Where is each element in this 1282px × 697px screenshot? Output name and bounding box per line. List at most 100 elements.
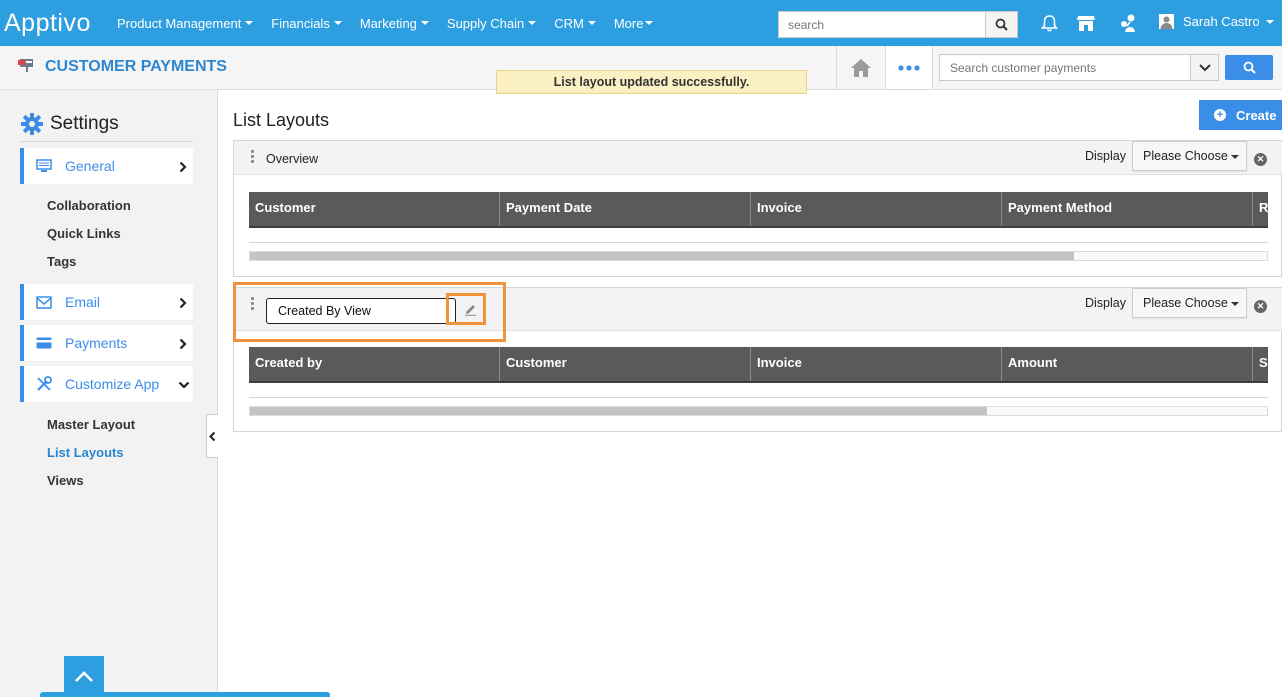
customer-payments-icon: [17, 57, 37, 76]
chevron-right-icon: [179, 161, 187, 173]
scrollbar-thumb[interactable]: [250, 407, 988, 415]
sidebar-item-customize-app[interactable]: Customize App: [20, 366, 193, 402]
more-actions-button[interactable]: [885, 46, 933, 89]
nav-financials[interactable]: Financials: [262, 16, 351, 31]
sidebar-link-views[interactable]: Views: [47, 473, 84, 488]
chevron-right-icon: [179, 297, 187, 309]
sidebar-link-tags[interactable]: Tags: [47, 254, 76, 269]
caret-down-icon: [245, 21, 254, 25]
caret-down-icon: [587, 21, 596, 25]
display-select[interactable]: Please Choose: [1132, 141, 1247, 171]
edit-name-button[interactable]: [457, 296, 483, 322]
chevron-up-icon: [75, 670, 93, 682]
sidebar-item-label: Email: [65, 294, 101, 310]
home-icon: [850, 58, 871, 77]
global-search-input[interactable]: [779, 12, 984, 37]
top-navigation-bar: Apptivo Product Management Financials Ma…: [0, 0, 1282, 46]
customer-payments-search-input[interactable]: [940, 55, 1185, 80]
horizontal-scrollbar[interactable]: [249, 251, 1268, 261]
pencil-icon: [464, 304, 476, 316]
nav-crm[interactable]: CRM: [545, 16, 605, 31]
nav-product-management[interactable]: Product Management: [108, 16, 262, 31]
display-select-value: Please Choose: [1143, 296, 1228, 310]
page-heading: List Layouts: [233, 110, 330, 130]
scroll-to-top-button[interactable]: [64, 656, 104, 697]
divider: [20, 141, 193, 142]
nav-label: Supply Chain: [446, 15, 525, 31]
caret-down-icon: [1231, 155, 1239, 159]
nav-more[interactable]: More: [605, 16, 663, 31]
settings-sidebar: Settings General Collaboration Quick Lin…: [0, 90, 218, 697]
global-search: [778, 11, 1018, 38]
bottom-bar[interactable]: [40, 692, 330, 697]
column-header[interactable]: R: [1253, 192, 1268, 226]
sidebar-item-label: Customize App: [65, 376, 160, 392]
layout-name-input[interactable]: [266, 298, 456, 324]
table-divider: [249, 242, 1268, 243]
search-icon: [1243, 61, 1256, 74]
customer-payments-search-button[interactable]: [1225, 55, 1273, 80]
create-button-label: Create: [1236, 107, 1277, 123]
sidebar-item-payments[interactable]: Payments: [20, 325, 193, 361]
home-button[interactable]: [836, 46, 884, 89]
plus-icon: +: [1214, 109, 1226, 121]
column-header[interactable]: Payment Date: [500, 192, 751, 226]
caret-down-icon: [333, 21, 342, 25]
sidebar-item-label: General: [65, 158, 115, 174]
caret-down-icon: [420, 21, 429, 25]
app-store-icon[interactable]: [1075, 12, 1097, 34]
credit-card-icon: [36, 337, 54, 349]
sidebar-link-list-layouts[interactable]: List Layouts: [47, 445, 124, 460]
panel-header: Overview Display Please Choose ✕: [234, 141, 1282, 175]
create-button[interactable]: + Create: [1199, 100, 1282, 130]
caret-down-icon: [645, 21, 654, 25]
avatar: [1159, 14, 1174, 29]
display-label: Display: [1085, 296, 1126, 310]
nav-supply-chain[interactable]: Supply Chain: [438, 16, 545, 31]
display-label: Display: [1085, 149, 1126, 163]
column-header[interactable]: Payment Method: [1002, 192, 1253, 226]
chevron-down-icon: [1198, 63, 1211, 71]
column-header[interactable]: Customer: [249, 192, 500, 226]
column-header[interactable]: Customer: [500, 347, 751, 381]
column-header-row: Customer Payment Date Invoice Payment Me…: [249, 192, 1268, 228]
remove-layout-icon[interactable]: ✕: [1254, 300, 1267, 313]
column-header[interactable]: Invoice: [751, 192, 1002, 226]
user-menu[interactable]: Sarah Castro: [1159, 14, 1274, 29]
gear-icon: [21, 113, 43, 135]
sidebar-link-collaboration[interactable]: Collaboration: [47, 198, 131, 213]
global-search-button[interactable]: [985, 12, 1017, 37]
column-header[interactable]: Amount: [1002, 347, 1253, 381]
drag-handle-icon[interactable]: [251, 150, 254, 165]
column-header[interactable]: Created by: [249, 347, 500, 381]
column-header[interactable]: Invoice: [751, 347, 1002, 381]
sidebar-item-email[interactable]: Email: [20, 284, 193, 320]
drag-handle-icon[interactable]: [251, 297, 254, 312]
collapse-sidebar-button[interactable]: [206, 414, 218, 458]
caret-down-icon: [1265, 19, 1274, 24]
nav-label: CRM: [554, 15, 584, 31]
chevron-left-icon: [209, 431, 216, 441]
remove-layout-icon[interactable]: ✕: [1254, 153, 1267, 166]
layout-name[interactable]: Overview: [266, 152, 318, 166]
notifications-bell-icon[interactable]: [1038, 12, 1060, 34]
list-layout-panel-overview: Overview Display Please Choose ✕ Custome…: [233, 140, 1282, 277]
more-dots-icon: [898, 64, 920, 71]
people-icon[interactable]: [1118, 12, 1140, 34]
column-header-row: Created by Customer Invoice Amount S: [249, 347, 1268, 383]
search-filter-dropdown[interactable]: [1190, 55, 1218, 80]
column-header[interactable]: S: [1253, 347, 1268, 381]
display-select[interactable]: Please Choose: [1132, 288, 1247, 318]
display-select-value: Please Choose: [1143, 149, 1228, 163]
horizontal-scrollbar[interactable]: [249, 406, 1268, 416]
sidebar-item-general[interactable]: General: [20, 148, 193, 184]
panel-header: Display Please Choose ✕: [234, 288, 1282, 331]
sidebar-link-quick-links[interactable]: Quick Links: [47, 226, 121, 241]
sidebar-link-master-layout[interactable]: Master Layout: [47, 417, 135, 432]
customer-payments-search: [939, 54, 1219, 81]
scrollbar-thumb[interactable]: [250, 252, 1074, 260]
nav-label: Financials: [271, 15, 330, 31]
nav-marketing[interactable]: Marketing: [351, 16, 438, 31]
chevron-down-icon: [178, 381, 190, 389]
apptivo-logo[interactable]: Apptivo: [4, 9, 91, 38]
